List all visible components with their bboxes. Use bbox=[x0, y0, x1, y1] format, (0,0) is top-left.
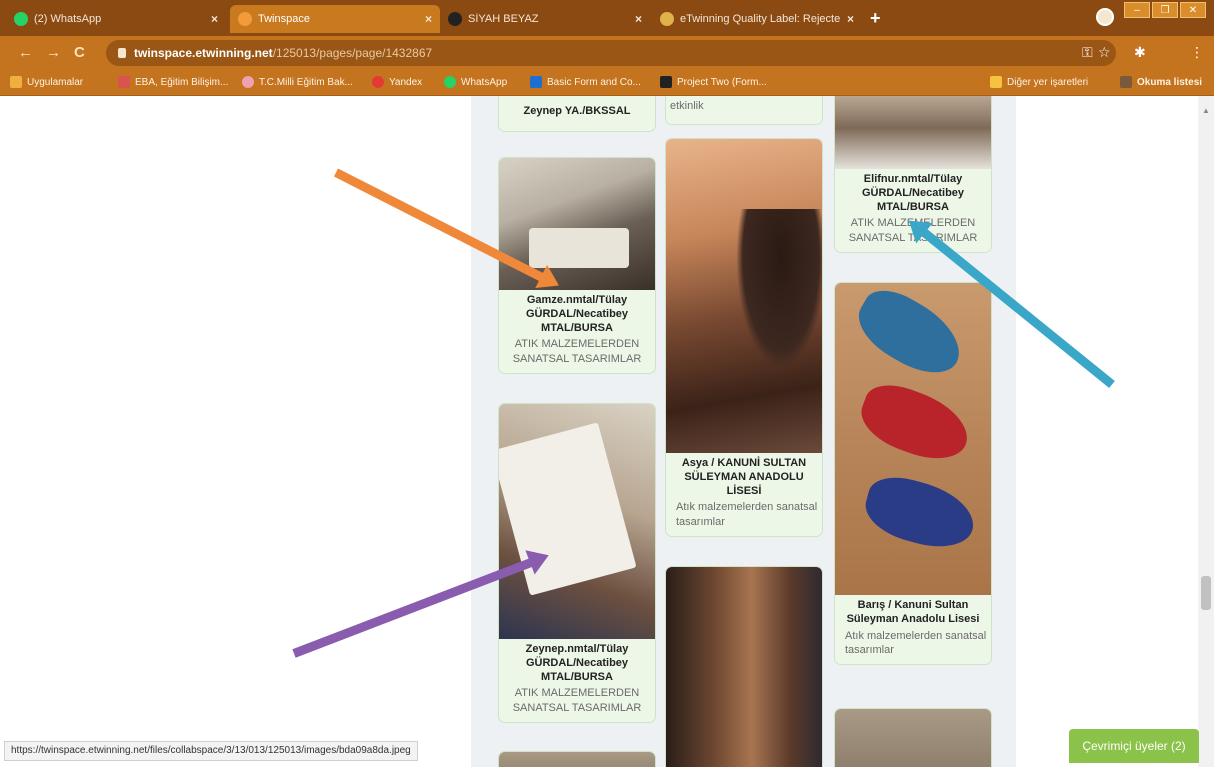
post-image[interactable] bbox=[666, 139, 822, 453]
post-author: Gamze.nmtal/Tülay GÜRDAL/Necatibey MTAL/… bbox=[525, 294, 629, 334]
form-icon bbox=[530, 76, 542, 88]
tab-etwinning-quality[interactable]: eTwinning Quality Label: Rejecte × bbox=[652, 5, 862, 33]
page-scrollbar[interactable]: ▲ bbox=[1198, 96, 1214, 767]
post-image[interactable] bbox=[499, 752, 655, 767]
bookmark-label: T.C.Milli Eğitim Bak... bbox=[259, 76, 353, 88]
tab-twinspace[interactable]: Twinspace × bbox=[230, 5, 440, 33]
url-path: /125013/pages/page/1432867 bbox=[272, 46, 433, 60]
site-icon bbox=[448, 12, 462, 26]
post-description: ATIK MALZEMELERDEN SANATSAL TASARIMLAR bbox=[512, 338, 642, 366]
post-card[interactable]: Barış / Kanuni Sultan Süleyman Anadolu L… bbox=[834, 282, 992, 666]
twinspace-icon bbox=[238, 12, 252, 26]
post-author: Barış / Kanuni Sultan Süleyman Anadolu L… bbox=[846, 599, 980, 625]
bookmark-basic-form[interactable]: Basic Form and Co... bbox=[530, 76, 641, 88]
post-image[interactable] bbox=[499, 404, 655, 639]
starfish-blue bbox=[847, 283, 973, 387]
tab-strip: (2) WhatsApp × Twinspace × SİYAH BEYAZ ×… bbox=[0, 0, 1214, 36]
browser-toolbar: ← → C twinspace.etwinning.net /125013/pa… bbox=[0, 36, 1214, 70]
bookmark-meb[interactable]: T.C.Milli Eğitim Bak... bbox=[242, 76, 353, 88]
post-description: Atık malzemelerden sanatsal tasarımlar bbox=[845, 629, 987, 657]
etwinning-icon bbox=[660, 12, 674, 26]
lock-icon bbox=[118, 48, 126, 58]
post-author: Zeynep YA./BKSSAL bbox=[523, 105, 631, 117]
post-image[interactable] bbox=[835, 96, 991, 169]
post-card[interactable] bbox=[834, 708, 992, 767]
bookmark-label: Project Two (Form... bbox=[677, 76, 767, 88]
post-card[interactable]: etkinlik bbox=[665, 96, 823, 125]
close-tab-icon[interactable]: × bbox=[635, 12, 642, 26]
post-card[interactable]: Zeynep YA./BKSSAL bbox=[498, 96, 656, 132]
bookmark-label: WhatsApp bbox=[461, 76, 508, 88]
post-card[interactable] bbox=[498, 751, 656, 767]
page-content: Zeynep YA./BKSSAL Gamze.nmtal/Tülay GÜRD… bbox=[0, 96, 1214, 767]
close-window-button[interactable]: ✕ bbox=[1180, 2, 1206, 18]
minimize-button[interactable]: – bbox=[1124, 2, 1150, 18]
folder-icon bbox=[990, 76, 1002, 88]
url-host: twinspace.etwinning.net bbox=[134, 46, 273, 60]
post-author: Zeynep.nmtal/Tülay GÜRDAL/Necatibey MTAL… bbox=[525, 643, 629, 683]
bookmark-other[interactable]: Diğer yer işaretleri bbox=[990, 76, 1088, 88]
new-tab-button[interactable]: + bbox=[870, 8, 881, 29]
bookmark-yandex[interactable]: Yandex bbox=[372, 76, 422, 88]
maximize-button[interactable]: ❐ bbox=[1152, 2, 1178, 18]
bookmark-label: EBA, Eğitim Bilişim... bbox=[135, 76, 229, 88]
whatsapp-icon bbox=[444, 76, 456, 88]
whatsapp-icon bbox=[14, 12, 28, 26]
bookmark-label: Yandex bbox=[389, 76, 423, 88]
tab-title: eTwinning Quality Label: Rejecte bbox=[680, 13, 841, 25]
address-bar[interactable]: twinspace.etwinning.net /125013/pages/pa… bbox=[106, 40, 1116, 66]
scroll-up-icon[interactable]: ▲ bbox=[1202, 106, 1210, 115]
post-card[interactable] bbox=[665, 566, 823, 767]
online-users-button[interactable]: Çevrimiçi üyeler (2) bbox=[1069, 729, 1199, 763]
post-card[interactable]: Asya / KANUNİ SULTAN SÜLEYMAN ANADOLU Lİ… bbox=[665, 138, 823, 537]
tab-title: (2) WhatsApp bbox=[34, 13, 102, 25]
bookmark-label: Uygulamalar bbox=[27, 76, 84, 88]
yandex-icon bbox=[372, 76, 384, 88]
tab-title: Twinspace bbox=[258, 13, 310, 25]
profile-icon[interactable] bbox=[1096, 8, 1114, 26]
reading-list-icon bbox=[1120, 76, 1132, 88]
post-description: etkinlik bbox=[670, 100, 704, 112]
tab-siyah-beyaz[interactable]: SİYAH BEYAZ × bbox=[440, 5, 650, 33]
starfish-navy bbox=[859, 469, 981, 557]
scrollbar-thumb[interactable] bbox=[1201, 576, 1211, 610]
status-bar-url: https://twinspace.etwinning.net/files/co… bbox=[4, 741, 418, 761]
post-image[interactable] bbox=[835, 709, 991, 767]
post-image[interactable] bbox=[666, 567, 822, 767]
bookmarks-bar: Uygulamalar EBA, Eğitim Bilişim... T.C.M… bbox=[0, 70, 1214, 96]
close-tab-icon[interactable]: × bbox=[847, 12, 854, 26]
bookmark-star-icon[interactable]: ☆ bbox=[1098, 44, 1111, 61]
forward-button[interactable]: → bbox=[46, 44, 61, 61]
back-button[interactable]: ← bbox=[18, 44, 33, 61]
starfish-red bbox=[853, 375, 977, 471]
extensions-icon[interactable]: ✱ bbox=[1134, 44, 1146, 61]
close-tab-icon[interactable]: × bbox=[425, 12, 432, 26]
project-icon bbox=[660, 76, 672, 88]
menu-icon[interactable]: ⋮ bbox=[1190, 44, 1204, 61]
bookmark-whatsapp[interactable]: WhatsApp bbox=[444, 76, 507, 88]
tab-whatsapp[interactable]: (2) WhatsApp × bbox=[6, 5, 226, 33]
bookmark-reading-list[interactable]: Okuma listesi bbox=[1120, 76, 1202, 88]
eba-icon bbox=[118, 76, 130, 88]
tab-title: SİYAH BEYAZ bbox=[468, 13, 539, 25]
reload-button[interactable]: C bbox=[74, 44, 85, 61]
post-image[interactable] bbox=[835, 283, 991, 595]
bookmark-apps[interactable]: Uygulamalar bbox=[10, 76, 83, 88]
meb-icon bbox=[242, 76, 254, 88]
bookmark-label: Diğer yer işaretleri bbox=[1007, 76, 1089, 88]
window-controls: – ❐ ✕ bbox=[1124, 2, 1206, 18]
post-description: ATIK MALZEMELERDEN SANATSAL TASARIMLAR bbox=[512, 687, 642, 715]
close-tab-icon[interactable]: × bbox=[211, 12, 218, 26]
apps-grid-icon bbox=[10, 76, 22, 88]
bookmark-label: Okuma listesi bbox=[1137, 76, 1203, 88]
padlet-board: Zeynep YA./BKSSAL Gamze.nmtal/Tülay GÜRD… bbox=[471, 96, 1016, 767]
bookmark-label: Basic Form and Co... bbox=[547, 76, 641, 88]
bookmark-project-two[interactable]: Project Two (Form... bbox=[660, 76, 767, 88]
post-author: Elifnur.nmtal/Tülay GÜRDAL/Necatibey MTA… bbox=[861, 173, 965, 213]
post-description: Atık malzemelerden sanatsal tasarımlar bbox=[676, 501, 818, 529]
bookmark-eba[interactable]: EBA, Eğitim Bilişim... bbox=[118, 76, 228, 88]
translate-icon[interactable]: ⚿ bbox=[1082, 44, 1093, 61]
post-author: Asya / KANUNİ SULTAN SÜLEYMAN ANADOLU Lİ… bbox=[681, 457, 807, 497]
